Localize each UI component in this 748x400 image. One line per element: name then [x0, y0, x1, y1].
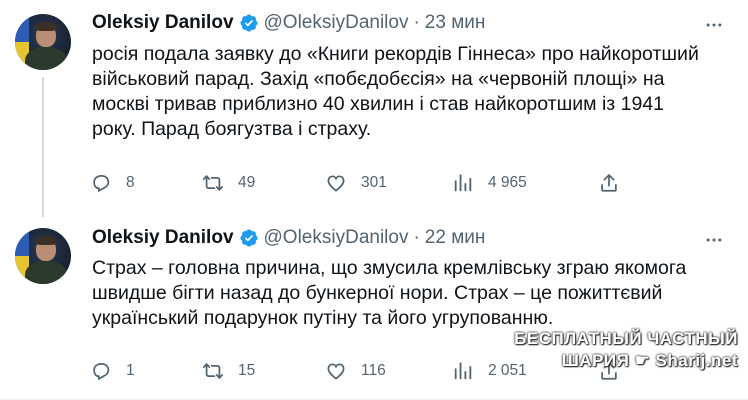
reply-icon [93, 362, 110, 381]
like-icon [327, 175, 345, 192]
views-count: 4 965 [488, 174, 527, 191]
retweet-icon [202, 363, 224, 379]
separator-dot: · [413, 12, 420, 33]
retweet-button[interactable]: 49 [202, 172, 255, 194]
watermark-line-2: ШАРИЯ ☛ Sharij.net [561, 351, 738, 370]
like-count: 301 [361, 174, 387, 191]
reply-count: 1 [126, 362, 135, 379]
views-icon [454, 362, 472, 380]
tweet-header: Oleksiy Danilov @OleksiyDanilov · 23 мин [92, 12, 485, 34]
timestamp[interactable]: 22 мин [425, 227, 486, 249]
tweet-actions: 8 49 301 4 965 [90, 172, 630, 196]
like-icon [327, 363, 345, 380]
watermark-line-1: БЕСПЛАТНЫЙ ЧАСТНЫЙ [514, 329, 738, 348]
timestamp[interactable]: 23 мин [425, 12, 486, 34]
retweet-icon [202, 175, 224, 191]
retweet-count: 49 [238, 174, 256, 191]
reply-button[interactable]: 8 [90, 172, 135, 194]
separator-dot: · [413, 227, 420, 248]
reply-count: 8 [126, 174, 135, 191]
reply-button[interactable]: 1 [90, 360, 135, 382]
views-button[interactable]: 4 965 [452, 172, 527, 194]
author-avatar[interactable] [15, 228, 71, 284]
author-handle[interactable]: @OleksiyDanilov [264, 227, 409, 249]
retweet-count: 15 [238, 362, 256, 379]
tweet-1[interactable]: Oleksiy Danilov @OleksiyDanilov · 23 мин… [0, 0, 748, 218]
retweet-button[interactable]: 15 [202, 360, 255, 382]
author-name[interactable]: Oleksiy Danilov [92, 227, 234, 249]
tweet-text: Страх – головна причина, що змусила крем… [92, 257, 687, 329]
author-name[interactable]: Oleksiy Danilov [92, 12, 234, 34]
like-count: 116 [361, 362, 386, 379]
views-icon [454, 174, 472, 192]
like-button[interactable]: 116 [325, 360, 386, 382]
watermark: БЕСПЛАТНЫЙ ЧАСТНЫЙ ШАРИЯ ☛ Sharij.net [514, 328, 738, 372]
share-button[interactable] [598, 172, 620, 194]
verified-badge-icon [239, 229, 258, 247]
tweet-2[interactable]: Oleksiy Danilov @OleksiyDanilov · 22 мин… [0, 218, 748, 400]
share-icon [601, 174, 617, 192]
author-handle[interactable]: @OleksiyDanilov [264, 12, 409, 34]
author-avatar[interactable] [15, 14, 71, 70]
tweet-text: росія подала заявку до «Книги рекордів Г… [92, 43, 699, 140]
verified-badge-icon [239, 14, 258, 32]
more-icon[interactable] [704, 15, 724, 35]
tweet-header: Oleksiy Danilov @OleksiyDanilov · 22 мин [92, 227, 485, 249]
reply-icon [93, 174, 110, 193]
like-button[interactable]: 301 [325, 172, 387, 194]
more-icon[interactable] [704, 230, 724, 250]
